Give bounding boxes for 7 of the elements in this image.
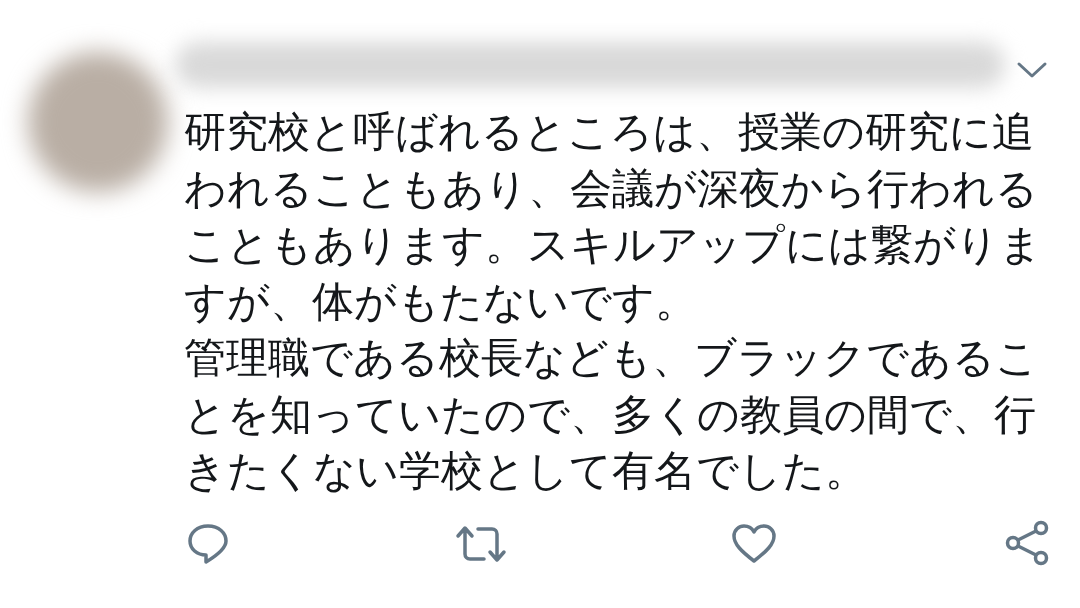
chevron-icon[interactable] [1016, 60, 1048, 80]
retweet-icon[interactable] [454, 524, 508, 564]
share-icon[interactable] [1004, 520, 1050, 566]
tweet-text: 研究校と呼ばれるところは、授業の研究に追われることもあり、会議が深夜から行われることもあります。スキルアップには繋がりますが、体がもたないです。 [184, 106, 1043, 328]
reply-icon[interactable] [186, 522, 230, 566]
tweet-text: 管理職である校長なども、ブラックであることを知っていたので、多くの教員の間で、行きたくない学校として有名でした。 [184, 332, 1039, 497]
heart-icon[interactable] [731, 523, 777, 565]
